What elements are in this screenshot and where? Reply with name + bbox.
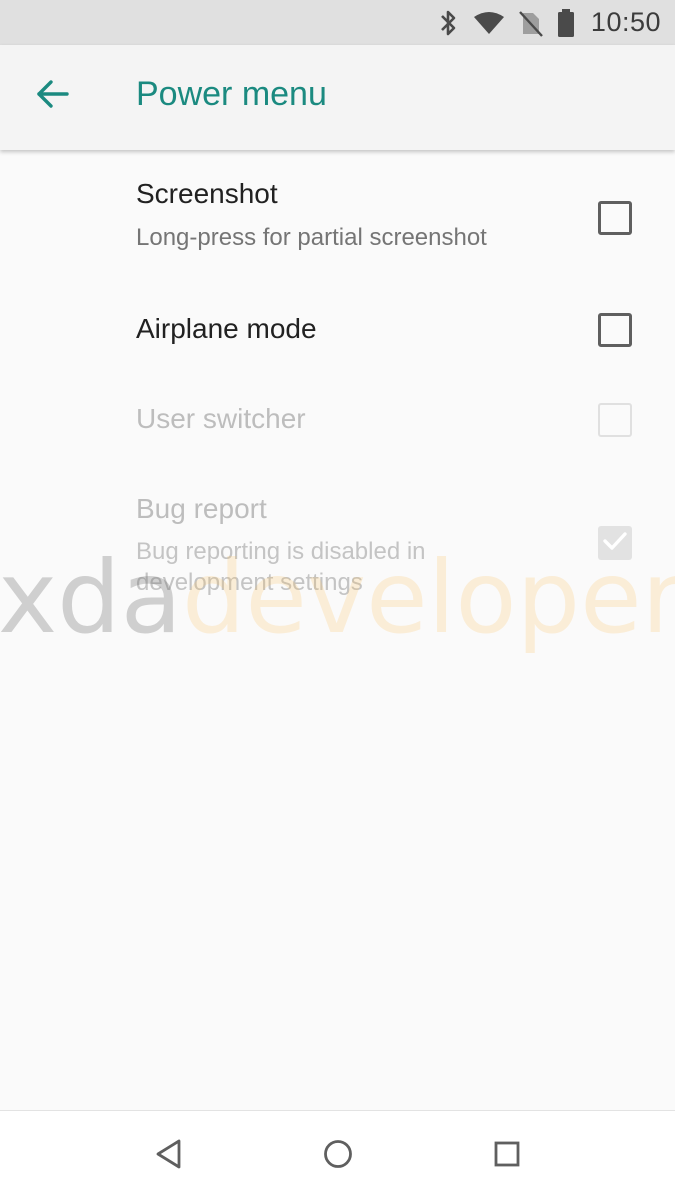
no-sim-icon: [519, 9, 543, 37]
navigation-bar: [0, 1110, 675, 1201]
pref-airplane-mode[interactable]: Airplane mode: [0, 285, 675, 375]
pref-user-switcher-title: User switcher: [136, 403, 306, 434]
status-bar: 10:50: [0, 0, 675, 45]
recents-square-icon: [493, 1140, 521, 1173]
pref-user-switcher[interactable]: User switcher: [0, 375, 675, 465]
pref-bug-report[interactable]: Bug report Bug reporting is disabled in …: [0, 465, 675, 605]
app-bar: Power menu: [0, 45, 675, 150]
back-button[interactable]: [24, 67, 82, 125]
bug-report-checkbox[interactable]: [598, 526, 632, 560]
screenshot-checkbox[interactable]: [598, 201, 632, 235]
nav-home-button[interactable]: [313, 1131, 363, 1181]
status-icons: 10:50: [439, 0, 661, 45]
battery-icon: [557, 8, 575, 38]
user-switcher-checkbox[interactable]: [598, 403, 632, 437]
nav-recents-button[interactable]: [482, 1131, 532, 1181]
nav-back-button[interactable]: [144, 1131, 194, 1181]
home-circle-icon: [322, 1138, 354, 1175]
wifi-icon: [473, 11, 505, 35]
pref-screenshot-summary: Long-press for partial screenshot: [136, 224, 487, 251]
pref-airplane-mode-title: Airplane mode: [136, 313, 317, 344]
pref-bug-report-summary: Bug reporting is disabled in development…: [136, 538, 426, 596]
pref-screenshot-title: Screenshot: [136, 178, 278, 209]
bluetooth-icon: [439, 9, 459, 37]
pref-bug-report-title: Bug report: [136, 493, 267, 524]
arrow-back-icon: [36, 79, 70, 114]
back-triangle-icon: [154, 1138, 184, 1175]
status-clock: 10:50: [590, 7, 661, 37]
pref-screenshot[interactable]: Screenshot Long-press for partial screen…: [0, 150, 675, 275]
page-title: Power menu: [136, 75, 327, 113]
airplane-mode-checkbox[interactable]: [598, 313, 632, 347]
checkmark-icon: [601, 529, 629, 558]
